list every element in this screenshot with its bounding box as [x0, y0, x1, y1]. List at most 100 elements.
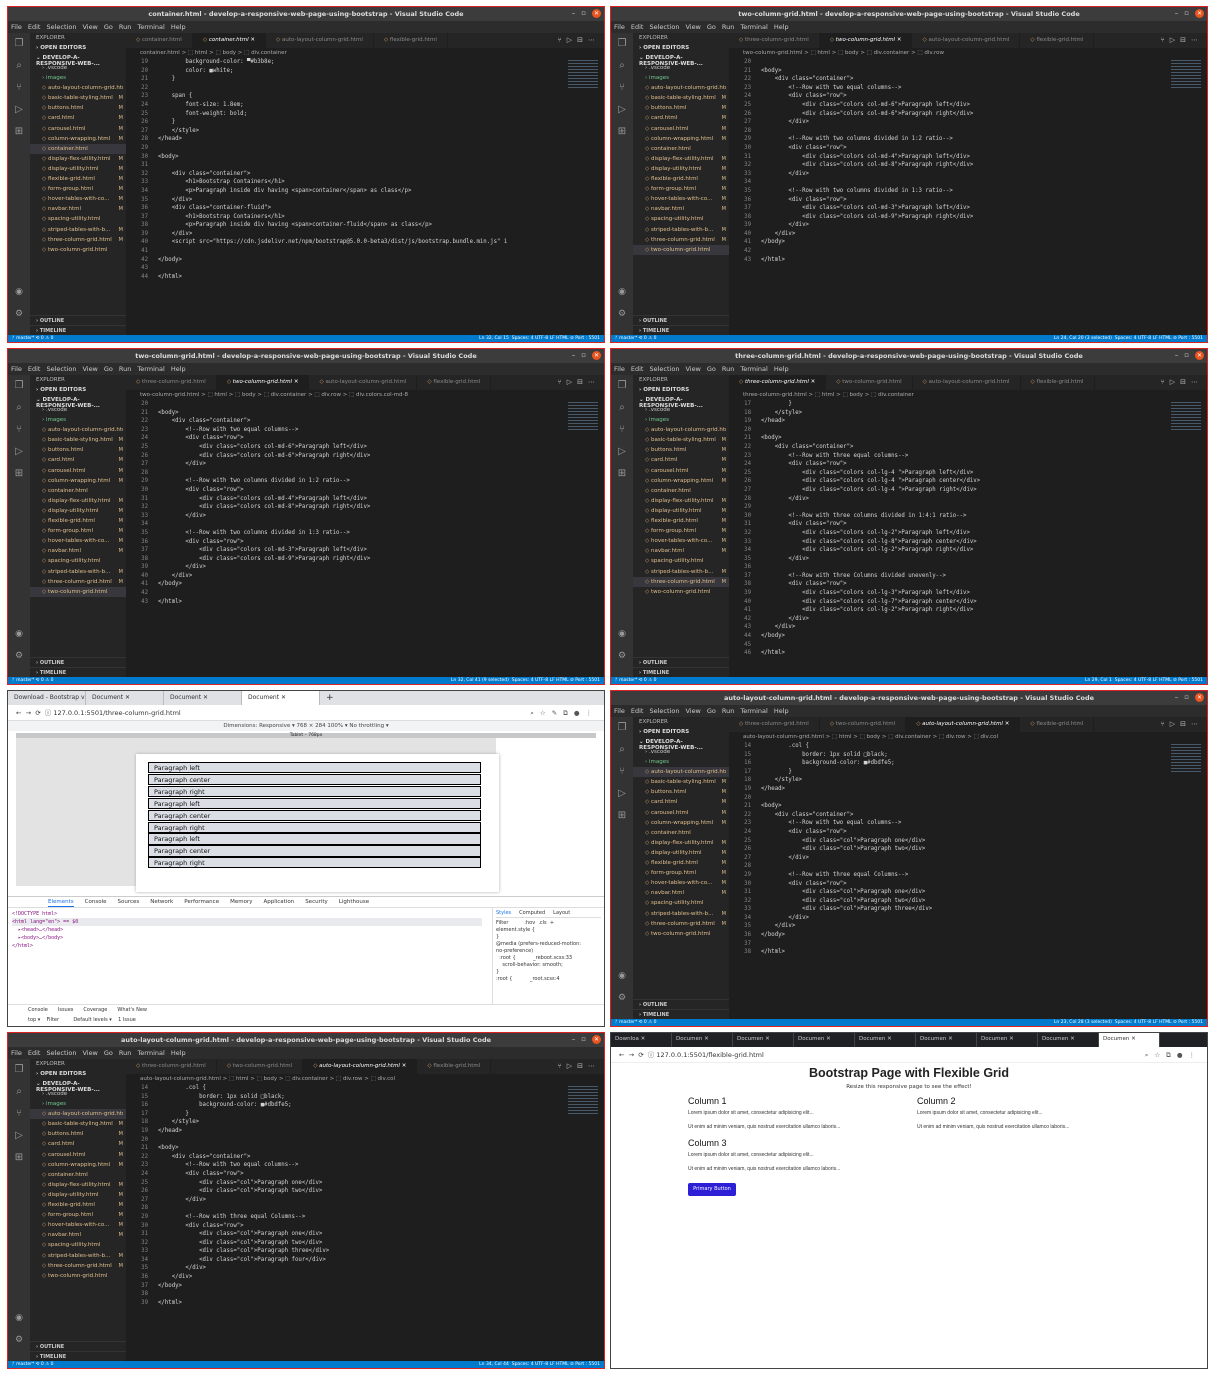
pen-extension-icon[interactable]: ✎ — [552, 709, 563, 717]
file-tree-item[interactable]: ◇ navbar.html M — [633, 204, 729, 214]
profile-icon[interactable]: ● — [1177, 1051, 1189, 1059]
file-tree-item[interactable]: ◇ three-column-grid.html M — [633, 235, 729, 245]
more-icon[interactable]: ⋯ — [588, 36, 600, 44]
drawer-tab[interactable]: Console — [28, 1007, 48, 1014]
file-tree-item[interactable]: ◇ striped-tables-with-b... M — [633, 567, 729, 577]
outline-section[interactable]: › OUTLINE — [633, 315, 729, 325]
menu-item-terminal[interactable]: Terminal — [137, 1049, 164, 1057]
file-tree-item[interactable]: ◇ display-flex-utility.html M — [633, 838, 729, 848]
browser-tab[interactable]: Document ✕ — [86, 691, 164, 705]
forward-icon[interactable]: → — [629, 1051, 634, 1059]
editor-tab[interactable]: ◇ container.html — [126, 33, 193, 48]
file-tree-item[interactable]: ◇ display-utility.html M — [30, 164, 126, 174]
open-editors-section[interactable]: › OPEN EDITORS — [30, 1069, 126, 1079]
menu-item-go[interactable]: Go — [707, 365, 716, 373]
settings-gear-icon[interactable]: ⚙ — [618, 993, 626, 1003]
file-tree-item[interactable]: ◇ striped-tables-with-b... M — [30, 567, 126, 577]
drawer-tab[interactable]: What's New — [117, 1007, 147, 1014]
file-tree-item[interactable]: ◇ spacing-utility.html — [30, 556, 126, 566]
minimize-icon[interactable]: – — [1175, 9, 1179, 18]
breadcrumb[interactable]: two-column-grid.html > ⬚ html > ⬚ body >… — [126, 390, 604, 400]
file-tree-item[interactable]: ◇ spacing-utility.html — [633, 214, 729, 224]
menu-item-file[interactable]: File — [11, 1049, 22, 1057]
file-tree-item[interactable]: ◇ display-utility.html M — [633, 848, 729, 858]
file-tree-item[interactable]: ◇ three-column-grid.html M — [633, 919, 729, 929]
file-tree-item[interactable]: ◇ navbar.html M — [633, 888, 729, 898]
menu-item-selection[interactable]: Selection — [649, 365, 679, 373]
branch-status[interactable]: ᚠ master* ⟲ 0 ⚠ 0 — [615, 678, 657, 683]
file-tree-item[interactable]: ◇ spacing-utility.html — [633, 898, 729, 908]
file-tree-item[interactable]: ◇ spacing-utility.html — [633, 556, 729, 566]
info-icon[interactable]: ⓘ — [648, 1051, 655, 1059]
source-control-icon[interactable]: ⑂ — [619, 425, 625, 435]
menu-item-help[interactable]: Help — [774, 707, 789, 715]
file-tree-item[interactable]: ◇ carousel.html M — [30, 466, 126, 476]
editor-status[interactable]: Spaces: 4 UTF-8 LF HTML ⊘ Port : 5501 — [512, 1362, 600, 1367]
branch-status[interactable]: ᚠ master* ⟲ 0 ⚠ 0 — [12, 336, 54, 341]
menu-item-help[interactable]: Help — [774, 365, 789, 373]
close-tab-icon[interactable]: ✕ — [765, 1036, 770, 1042]
file-tree-item[interactable]: ◇ navbar.html M — [30, 204, 126, 214]
file-tree-item[interactable]: ◇ buttons.html M — [633, 103, 729, 113]
file-tree-item[interactable]: ◇ striped-tables-with-b... M — [30, 225, 126, 235]
maximize-icon[interactable]: ▫ — [1184, 351, 1189, 360]
file-tree-item[interactable]: ◇ three-column-grid.html M — [633, 576, 729, 587]
menu-item-edit[interactable]: Edit — [28, 23, 41, 31]
menu-item-selection[interactable]: Selection — [46, 365, 76, 373]
open-editors-section[interactable]: › OPEN EDITORS — [30, 43, 126, 53]
file-tree-item[interactable]: ◇ container.html — [633, 144, 729, 154]
menu-item-terminal[interactable]: Terminal — [137, 23, 164, 31]
close-icon[interactable]: ✕ — [1195, 9, 1204, 18]
file-tree-item[interactable]: ◇ striped-tables-with-b... M — [633, 909, 729, 919]
browser-tab[interactable]: Documen ✕ — [855, 1033, 916, 1047]
file-tree-item[interactable]: ◇ column-wrapping.html M — [633, 818, 729, 828]
files-icon[interactable]: ❐ — [15, 381, 24, 391]
menu-item-go[interactable]: Go — [104, 1049, 113, 1057]
close-tab-icon[interactable]: ✕ — [281, 694, 286, 701]
file-tree-item[interactable]: ◇ hover-tables-with-co... M — [633, 194, 729, 204]
file-tree-item[interactable]: › images — [30, 1099, 126, 1109]
close-tab-icon[interactable]: ✕ — [294, 379, 299, 385]
file-tree-item[interactable]: ◇ two-column-grid.html — [633, 929, 729, 939]
menu-item-view[interactable]: View — [685, 707, 700, 715]
source-control-icon[interactable]: ⑂ — [1161, 36, 1170, 44]
dom-node[interactable]: <!DOCTYPE html> — [12, 910, 482, 918]
file-tree-item[interactable]: ◇ card.html M — [30, 1139, 126, 1149]
open-editors-section[interactable]: › OPEN EDITORS — [633, 385, 729, 395]
file-tree-item[interactable]: ◇ two-column-grid.html — [30, 245, 126, 255]
source-control-icon[interactable]: ⑂ — [619, 83, 625, 93]
devtools-tab[interactable]: Performance — [184, 897, 219, 907]
file-tree-item[interactable]: ◇ flexible-grid.html M — [633, 516, 729, 526]
file-tree-item[interactable]: ◇ basic-table-styling.html M — [30, 1119, 126, 1129]
drawer-tab[interactable]: Coverage — [83, 1007, 107, 1014]
close-tab-icon[interactable]: ✕ — [1005, 721, 1010, 727]
browser-tab[interactable]: Documen ✕ — [977, 1033, 1038, 1047]
browser-tab[interactable]: Documen ✕ — [794, 1033, 855, 1047]
menu-item-go[interactable]: Go — [707, 23, 716, 31]
branch-status[interactable]: ᚠ master* ⟲ 0 ⚠ 0 — [615, 336, 657, 341]
url-field[interactable]: 127.0.0.1:5501/flexible-grid.html — [656, 1051, 763, 1059]
file-tree-item[interactable]: ◇ buttons.html M — [633, 445, 729, 455]
menu-item-terminal[interactable]: Terminal — [137, 365, 164, 373]
split-editor-icon[interactable]: ⊟ — [1180, 720, 1191, 728]
file-tree-item[interactable]: ◇ form-group.html M — [633, 868, 729, 878]
editor-tab[interactable]: ◇ two-column-grid.html — [217, 1059, 304, 1074]
file-tree-item[interactable]: ◇ column-wrapping.html M — [30, 476, 126, 486]
menu-icon[interactable]: ⋮ — [1189, 1051, 1202, 1059]
cursor-position[interactable]: Ln 32, Col 41 (9 selected) — [451, 678, 509, 683]
project-folder[interactable]: ⌄ DEVELOP-A-RESPONSIVE-WEB-... — [30, 395, 126, 409]
settings-gear-icon[interactable]: ⚙ — [618, 309, 626, 319]
files-icon[interactable]: ❐ — [618, 381, 627, 391]
source-control-icon[interactable]: ⑂ — [1161, 378, 1170, 386]
file-tree-item[interactable]: › images — [633, 757, 729, 767]
devtools-tab[interactable]: Application — [263, 897, 294, 907]
editor-tab[interactable]: ◇ flexible-grid.html — [1021, 375, 1095, 390]
split-editor-icon[interactable]: ⊟ — [577, 378, 588, 386]
run-debug-icon[interactable]: ▷ — [618, 105, 626, 115]
file-tree-item[interactable]: ◇ display-utility.html M — [30, 1190, 126, 1200]
editor-tab[interactable]: ◇ two-column-grid.html ✕ — [216, 375, 310, 390]
account-icon[interactable]: ◉ — [15, 287, 23, 297]
browser-tab[interactable]: Documen ✕ — [1099, 1033, 1160, 1047]
timeline-section[interactable]: › TIMELINE — [30, 667, 126, 677]
styles-tab[interactable]: Layout — [553, 910, 570, 917]
